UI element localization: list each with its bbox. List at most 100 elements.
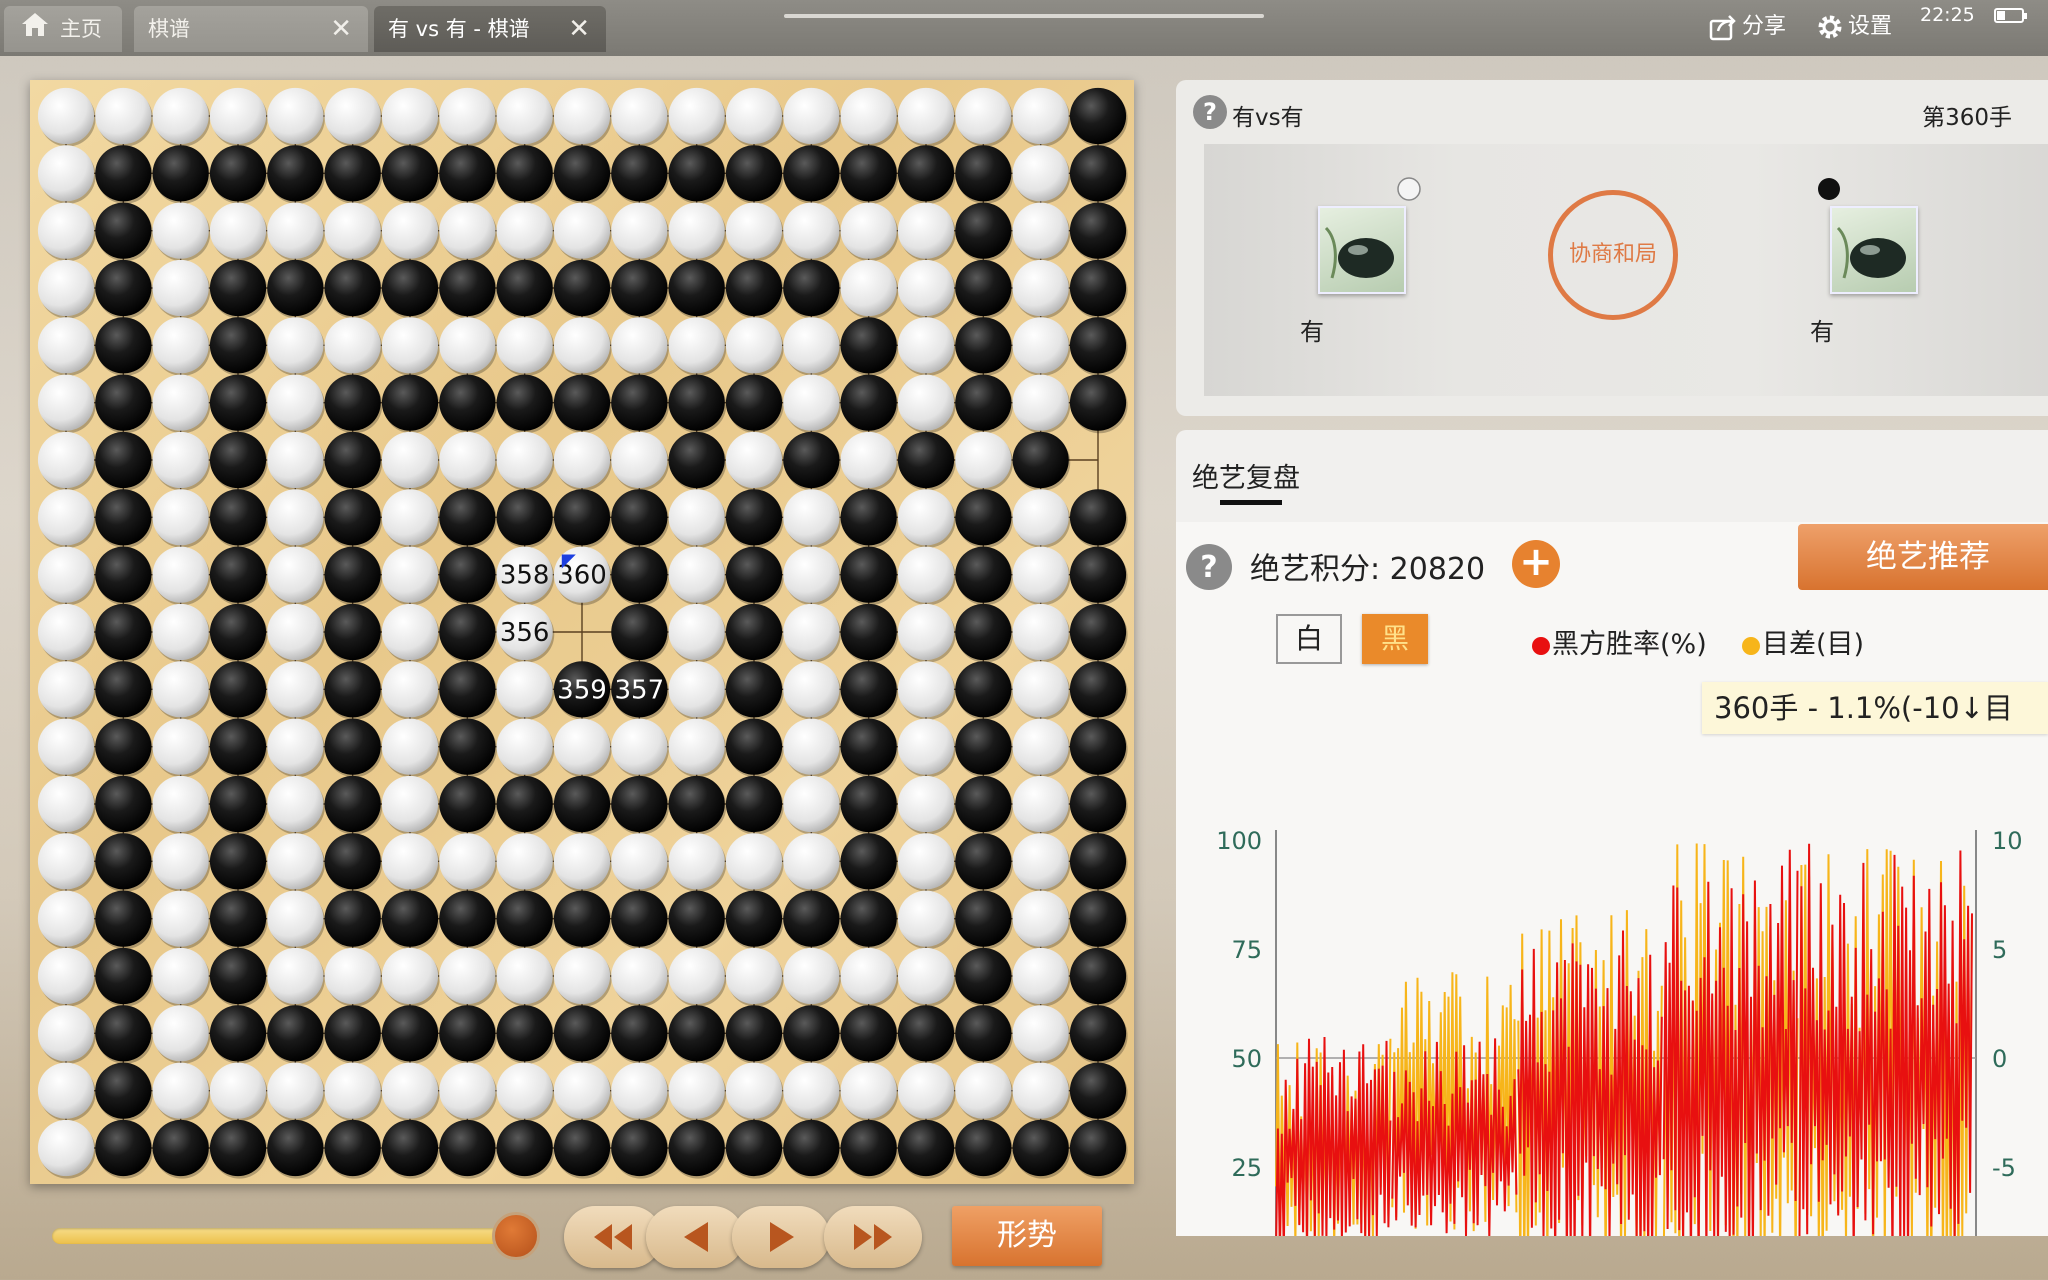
white-stone[interactable] bbox=[496, 317, 553, 374]
white-stone[interactable] bbox=[840, 431, 897, 489]
black-stone[interactable] bbox=[439, 1119, 496, 1177]
black-stone[interactable] bbox=[553, 374, 611, 431]
black-stone[interactable] bbox=[611, 890, 668, 947]
black-stone[interactable] bbox=[95, 431, 152, 489]
white-stone[interactable] bbox=[267, 947, 324, 1005]
black-stone[interactable] bbox=[95, 489, 152, 546]
white-stone[interactable] bbox=[1012, 1005, 1069, 1062]
black-stone[interactable] bbox=[95, 1005, 152, 1062]
white-stone[interactable] bbox=[439, 431, 496, 489]
black-stone[interactable] bbox=[1069, 775, 1127, 833]
black-stone[interactable] bbox=[95, 374, 152, 431]
white-stone[interactable] bbox=[668, 317, 725, 374]
black-stone[interactable] bbox=[955, 718, 1012, 775]
black-stone[interactable] bbox=[496, 1005, 553, 1062]
white-stone[interactable] bbox=[955, 87, 1012, 145]
black-stone[interactable] bbox=[209, 259, 267, 317]
white-stone[interactable] bbox=[152, 947, 209, 1005]
white-stone[interactable] bbox=[1012, 317, 1069, 374]
white-stone[interactable] bbox=[783, 374, 840, 431]
black-stone[interactable] bbox=[209, 317, 267, 374]
black-stone[interactable] bbox=[955, 1005, 1012, 1062]
white-stone[interactable] bbox=[37, 1005, 95, 1062]
white-stone[interactable] bbox=[611, 833, 668, 890]
black-stone[interactable] bbox=[209, 431, 267, 489]
white-stone[interactable] bbox=[668, 489, 725, 546]
black-stone[interactable] bbox=[611, 775, 668, 833]
white-stone[interactable] bbox=[783, 833, 840, 890]
white-stone[interactable] bbox=[496, 1062, 553, 1119]
black-stone[interactable] bbox=[668, 1119, 725, 1177]
white-stone[interactable] bbox=[381, 317, 439, 374]
white-stone[interactable] bbox=[783, 661, 840, 718]
white-stone[interactable] bbox=[324, 87, 381, 145]
white-stone[interactable] bbox=[496, 947, 553, 1005]
white-stone[interactable] bbox=[725, 431, 783, 489]
black-stone[interactable] bbox=[1069, 145, 1127, 202]
white-stone[interactable] bbox=[267, 775, 324, 833]
white-stone[interactable] bbox=[611, 202, 668, 259]
white-stone[interactable] bbox=[37, 431, 95, 489]
black-stone[interactable] bbox=[553, 489, 611, 546]
black-stone[interactable] bbox=[439, 145, 496, 202]
white-stone[interactable] bbox=[152, 87, 209, 145]
white-stone[interactable] bbox=[209, 87, 267, 145]
black-stone[interactable] bbox=[840, 603, 897, 661]
white-stone[interactable] bbox=[668, 603, 725, 661]
black-stone[interactable] bbox=[897, 1119, 955, 1177]
white-stone[interactable] bbox=[553, 317, 611, 374]
black-stone[interactable] bbox=[840, 1005, 897, 1062]
black-stone[interactable] bbox=[955, 374, 1012, 431]
black-stone[interactable] bbox=[840, 833, 897, 890]
black-stone[interactable] bbox=[95, 661, 152, 718]
black-stone[interactable] bbox=[209, 374, 267, 431]
black-stone[interactable] bbox=[439, 661, 496, 718]
black-stone[interactable] bbox=[439, 546, 496, 603]
white-stone[interactable] bbox=[324, 317, 381, 374]
tab-game-record[interactable]: 有 vs 有 - 棋谱 ✕ bbox=[374, 6, 606, 52]
white-stone[interactable] bbox=[783, 317, 840, 374]
black-stone[interactable] bbox=[553, 775, 611, 833]
black-stone[interactable] bbox=[611, 1119, 668, 1177]
white-stone[interactable] bbox=[439, 317, 496, 374]
white-stone[interactable] bbox=[37, 259, 95, 317]
black-stone[interactable] bbox=[783, 145, 840, 202]
white-stone[interactable] bbox=[1012, 833, 1069, 890]
white-stone[interactable] bbox=[152, 431, 209, 489]
black-stone[interactable] bbox=[324, 259, 381, 317]
black-stone[interactable] bbox=[209, 890, 267, 947]
black-stone[interactable] bbox=[1012, 1119, 1069, 1177]
black-stone[interactable] bbox=[611, 374, 668, 431]
white-stone[interactable] bbox=[783, 947, 840, 1005]
white-stone[interactable] bbox=[897, 259, 955, 317]
black-stone[interactable] bbox=[324, 546, 381, 603]
white-stone[interactable] bbox=[381, 87, 439, 145]
black-stone[interactable] bbox=[267, 1005, 324, 1062]
black-stone[interactable] bbox=[324, 1119, 381, 1177]
white-stone[interactable] bbox=[267, 661, 324, 718]
white-stone[interactable] bbox=[1012, 1062, 1069, 1119]
black-stone[interactable] bbox=[324, 603, 381, 661]
white-stone[interactable] bbox=[840, 87, 897, 145]
white-stone[interactable] bbox=[725, 202, 783, 259]
black-stone[interactable] bbox=[725, 775, 783, 833]
black-stone[interactable] bbox=[553, 259, 611, 317]
help-icon[interactable]: ? bbox=[1192, 94, 1228, 134]
white-stone[interactable] bbox=[897, 202, 955, 259]
white-stone[interactable] bbox=[897, 947, 955, 1005]
black-stone[interactable] bbox=[1069, 661, 1127, 718]
black-stone[interactable] bbox=[955, 259, 1012, 317]
black-stone[interactable] bbox=[439, 603, 496, 661]
black-stone[interactable] bbox=[439, 259, 496, 317]
black-stone[interactable] bbox=[725, 489, 783, 546]
black-stone[interactable] bbox=[955, 489, 1012, 546]
black-stone[interactable] bbox=[95, 775, 152, 833]
white-stone[interactable] bbox=[381, 1062, 439, 1119]
black-stone[interactable] bbox=[95, 1062, 152, 1119]
black-stone[interactable] bbox=[611, 489, 668, 546]
white-stone[interactable] bbox=[37, 1062, 95, 1119]
black-stone[interactable] bbox=[95, 833, 152, 890]
black-stone[interactable] bbox=[955, 202, 1012, 259]
black-stone[interactable] bbox=[897, 1005, 955, 1062]
white-stone[interactable] bbox=[840, 259, 897, 317]
